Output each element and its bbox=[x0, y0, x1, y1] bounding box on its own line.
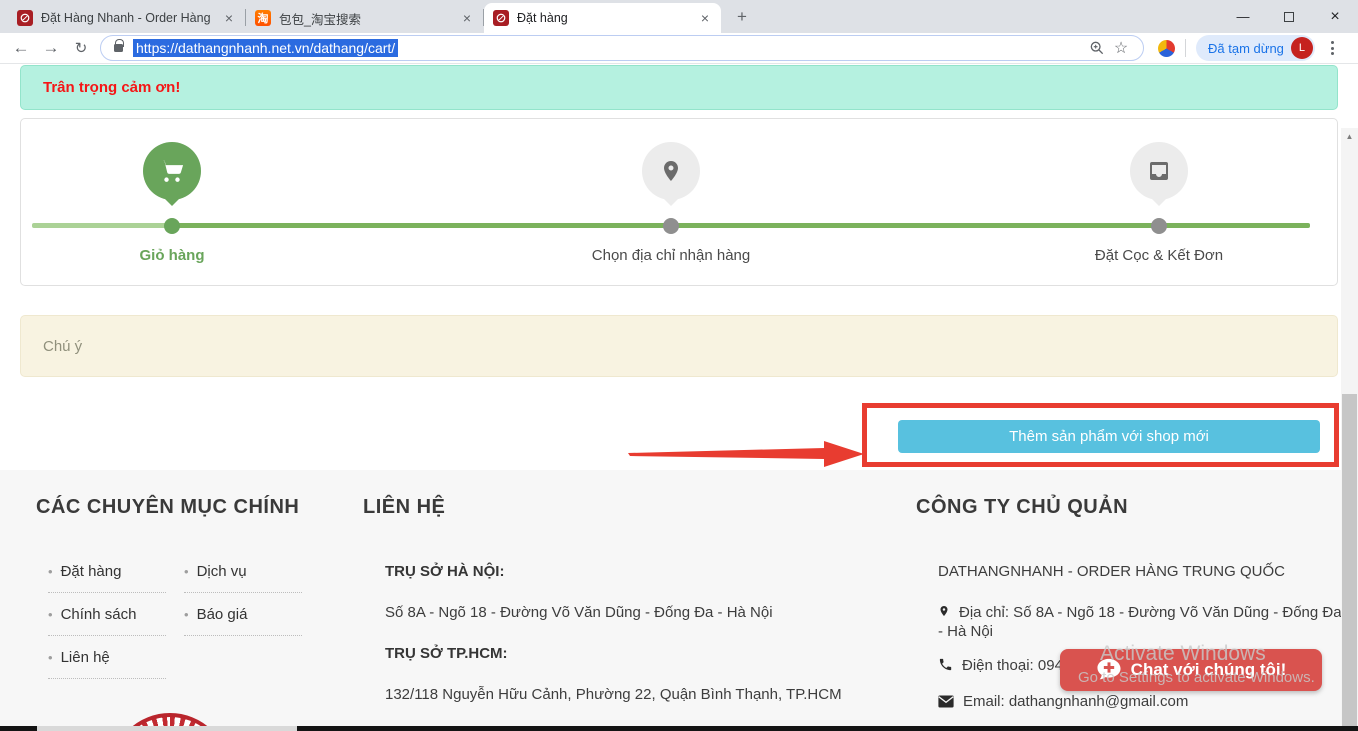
footer-links: •Đặt hàng •Chính sách •Liên hệ •Dịch vụ … bbox=[36, 563, 346, 692]
company-name: DATHANGNHANH - ORDER HÀNG TRUNG QUỐC bbox=[938, 563, 1346, 580]
vertical-scrollbar[interactable]: ▲ ▼ bbox=[1341, 128, 1358, 731]
lock-icon bbox=[114, 44, 123, 52]
browser-window: Đặt Hàng Nhanh - Order Hàng T × 淘 包包_淘宝搜… bbox=[0, 0, 1358, 731]
tab-taobao-search[interactable]: 淘 包包_淘宝搜索 × bbox=[246, 3, 483, 33]
bottom-bar bbox=[0, 726, 1358, 731]
inbox-icon bbox=[1130, 142, 1188, 200]
step-address: Chọn địa chỉ nhận hàng bbox=[531, 119, 811, 200]
minimize-button[interactable]: — bbox=[1220, 0, 1266, 33]
site-favicon-icon bbox=[493, 10, 509, 26]
step-label: Giỏ hàng bbox=[32, 247, 312, 264]
profile-paused-label: Đã tạm dừng bbox=[1208, 41, 1284, 56]
page-content: Trân trọng cảm ơn! Giỏ hàng Chọn địa chỉ… bbox=[0, 64, 1358, 726]
notice-box: Chú ý bbox=[20, 315, 1338, 377]
step-dot bbox=[1151, 218, 1167, 234]
checkout-stepper: Giỏ hàng Chọn địa chỉ nhận hàng Đặt Cọc … bbox=[20, 118, 1338, 286]
horizontal-scrollbar-thumb[interactable] bbox=[37, 726, 297, 731]
footer-categories: CÁC CHUYÊN MỤC CHÍNH •Đặt hàng •Chính sá… bbox=[36, 496, 346, 692]
close-window-button[interactable]: × bbox=[1312, 0, 1358, 33]
tab-title: Đặt hàng bbox=[517, 11, 690, 25]
bullet-icon: • bbox=[184, 564, 189, 579]
annotation-arrow-icon bbox=[628, 439, 866, 469]
url-input[interactable]: https://dathangnhanh.net.vn/dathang/cart… bbox=[133, 39, 398, 57]
taobao-favicon-icon: 淘 bbox=[255, 10, 271, 26]
footer-link-bao-gia[interactable]: •Báo giá bbox=[184, 606, 302, 636]
phone-icon bbox=[938, 657, 953, 676]
chat-button[interactable]: Chat với chúng tôi! bbox=[1060, 649, 1322, 691]
scroll-up-icon[interactable]: ▲ bbox=[1341, 128, 1358, 144]
new-tab-button[interactable]: + bbox=[729, 4, 755, 30]
tab-dat-hang-active[interactable]: Đặt hàng × bbox=[484, 3, 721, 33]
address-bar[interactable]: https://dathangnhanh.net.vn/dathang/cart… bbox=[100, 35, 1144, 61]
step-deposit: Đặt Cọc & Kết Đơn bbox=[1019, 119, 1299, 200]
footer-link-dat-hang[interactable]: •Đặt hàng bbox=[48, 563, 166, 593]
profile-avatar: L bbox=[1291, 37, 1313, 59]
step-dot bbox=[663, 218, 679, 234]
site-favicon-icon bbox=[17, 10, 33, 26]
maximize-icon bbox=[1284, 12, 1294, 22]
footer-contact-title: LIÊN HỆ bbox=[363, 496, 833, 519]
step-cart: Giỏ hàng bbox=[32, 119, 312, 200]
office-hanoi-address: Số 8A - Ngõ 18 - Đường Võ Văn Dũng - Đốn… bbox=[385, 604, 833, 621]
footer-link-lien-he[interactable]: •Liên hệ bbox=[48, 649, 166, 679]
cart-icon bbox=[143, 142, 201, 200]
chat-button-label: Chat với chúng tôi! bbox=[1131, 660, 1287, 680]
footer-company-title: CÔNG TY CHỦ QUẢN bbox=[916, 496, 1346, 519]
bookmark-star-icon[interactable]: ☆ bbox=[1109, 36, 1133, 60]
office-hanoi-label: TRỤ SỞ HÀ NỘI: bbox=[385, 563, 833, 580]
notice-text: Chú ý bbox=[43, 338, 82, 355]
bullet-icon: • bbox=[48, 607, 53, 622]
thank-you-alert: Trân trọng cảm ơn! bbox=[20, 65, 1338, 110]
toolbar-divider bbox=[1185, 39, 1186, 57]
close-tab-icon[interactable]: × bbox=[460, 10, 474, 26]
footer-link-dich-vu[interactable]: •Dịch vụ bbox=[184, 563, 302, 593]
close-tab-icon[interactable]: × bbox=[222, 10, 236, 26]
footer-categories-title: CÁC CHUYÊN MỤC CHÍNH bbox=[36, 496, 346, 519]
zoom-page-icon[interactable] bbox=[1085, 36, 1109, 60]
tab-title: Đặt Hàng Nhanh - Order Hàng T bbox=[41, 11, 214, 25]
close-tab-icon[interactable]: × bbox=[698, 10, 712, 26]
footer-link-chinh-sach[interactable]: •Chính sách bbox=[48, 606, 166, 636]
bullet-icon: • bbox=[184, 607, 189, 622]
location-pin-icon bbox=[938, 603, 950, 623]
maximize-button[interactable] bbox=[1266, 0, 1312, 33]
footer-company: CÔNG TY CHỦ QUẢN DATHANGNHANH - ORDER HÀ… bbox=[916, 496, 1346, 731]
step-label: Đặt Cọc & Kết Đơn bbox=[1019, 247, 1299, 264]
browser-menu-button[interactable] bbox=[1321, 36, 1345, 60]
browser-toolbar: ← → ↻ https://dathangnhanh.net.vn/dathan… bbox=[0, 33, 1358, 64]
window-controls: — × bbox=[1220, 0, 1358, 33]
step-label: Chọn địa chỉ nhận hàng bbox=[531, 247, 811, 264]
profile-paused-button[interactable]: Đã tạm dừng L bbox=[1196, 35, 1315, 61]
reload-button[interactable]: ↻ bbox=[66, 34, 96, 62]
tab-dathangnhanh-home[interactable]: Đặt Hàng Nhanh - Order Hàng T × bbox=[8, 3, 245, 33]
tab-strip: Đặt Hàng Nhanh - Order Hàng T × 淘 包包_淘宝搜… bbox=[0, 0, 1358, 33]
company-address: Địa chỉ: Số 8A - Ngõ 18 - Đường Võ Văn D… bbox=[938, 603, 1346, 640]
envelope-icon bbox=[938, 695, 954, 712]
office-hcm-label: TRỤ SỞ TP.HCM: bbox=[385, 645, 833, 662]
location-pin-icon bbox=[642, 142, 700, 200]
step-dot bbox=[164, 218, 180, 234]
chat-bubble-icon bbox=[1096, 658, 1122, 682]
office-hcm-address: 132/118 Nguyễn Hữu Cảnh, Phường 22, Quận… bbox=[385, 686, 833, 703]
back-button[interactable]: ← bbox=[6, 34, 36, 62]
forward-button[interactable]: → bbox=[36, 34, 66, 62]
add-shop-button[interactable]: Thêm sản phẩm với shop mới bbox=[898, 420, 1320, 453]
tab-title: 包包_淘宝搜索 bbox=[279, 9, 452, 28]
bullet-icon: • bbox=[48, 564, 53, 579]
thank-you-text: Trân trọng cảm ơn! bbox=[43, 79, 180, 96]
company-email: Email: dathangnhanh@gmail.com bbox=[938, 693, 1346, 712]
vertical-scrollbar-thumb[interactable] bbox=[1342, 394, 1357, 731]
footer-contact: LIÊN HỆ TRỤ SỞ HÀ NỘI: Số 8A - Ngõ 18 - … bbox=[363, 496, 833, 727]
extension-icon[interactable] bbox=[1158, 40, 1175, 57]
bullet-icon: • bbox=[48, 650, 53, 665]
